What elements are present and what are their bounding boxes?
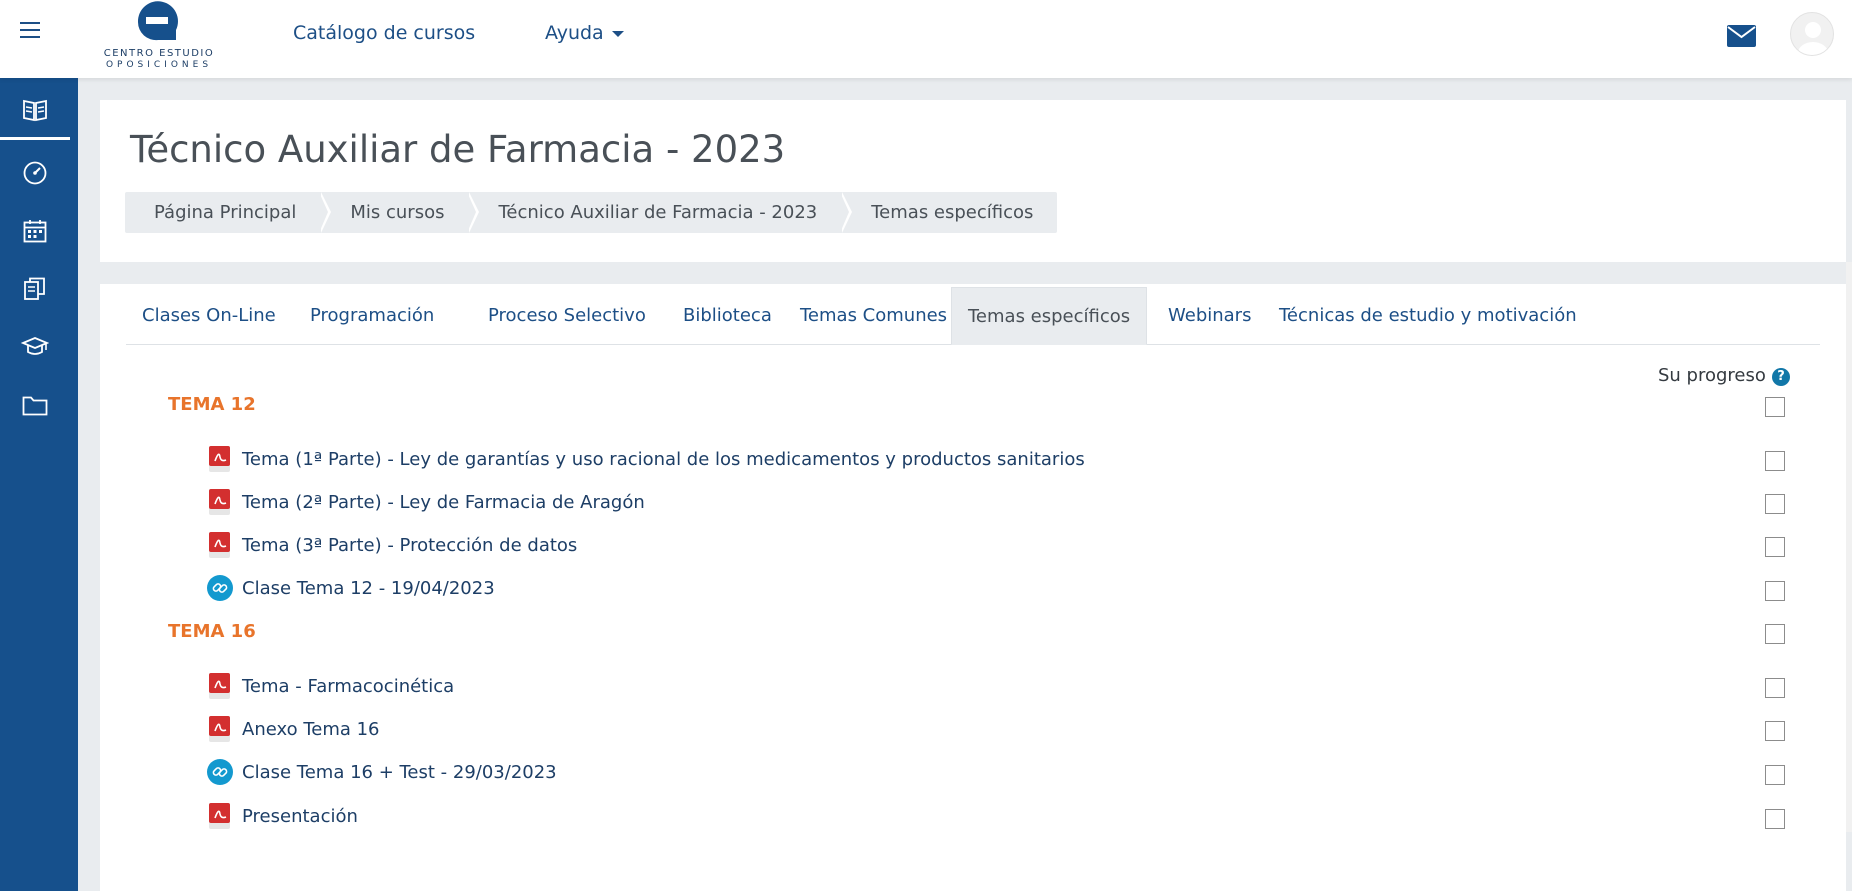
caret-down-icon xyxy=(611,30,624,37)
page-title: Técnico Auxiliar de Farmacia - 2023 xyxy=(130,128,786,171)
tab-temas-especificos[interactable]: Temas específicos xyxy=(951,287,1148,345)
activity-label: Clase Tema 12 - 19/04/2023 xyxy=(242,577,495,599)
activity-label: Tema (2ª Parte) - Ley de Farmacia de Ara… xyxy=(242,491,645,513)
breadcrumb: Página Principal Mis cursos Técnico Auxi… xyxy=(125,192,1058,233)
book-open-icon xyxy=(23,99,47,121)
rail-item-files[interactable] xyxy=(0,260,70,318)
envelope-icon[interactable] xyxy=(1727,25,1756,47)
activity-completion-checkbox[interactable] xyxy=(1765,451,1785,471)
user-avatar[interactable] xyxy=(1790,12,1834,56)
pdf-file-icon xyxy=(209,489,230,515)
pdf-file-icon xyxy=(209,673,230,699)
rail-item-courses[interactable] xyxy=(0,318,70,376)
activity-item[interactable]: Tema (3ª Parte) - Protección de datos xyxy=(206,529,577,561)
page-scrollbar[interactable] xyxy=(1846,262,1852,832)
activity-label: Tema - Farmacocinética xyxy=(242,675,455,697)
activity-label: Clase Tema 16 + Test - 29/03/2023 xyxy=(242,761,557,783)
tab-clases-online[interactable]: Clases On-Line xyxy=(126,287,292,345)
activity-completion-checkbox[interactable] xyxy=(1765,494,1785,514)
course-content: Clases On-Line Programación Proceso Sele… xyxy=(100,284,1846,891)
rail-item-calendar[interactable] xyxy=(0,202,70,260)
rail-item-dashboard[interactable] xyxy=(0,144,70,202)
activity-label: Tema (1ª Parte) - Ley de garantías y uso… xyxy=(242,448,1085,470)
progress-label: Su progreso xyxy=(1658,365,1766,386)
pdf-file-icon xyxy=(209,446,230,472)
logo-text-line2: OPOSICIONES xyxy=(105,60,213,70)
tab-proceso-selectivo[interactable]: Proceso Selectivo xyxy=(472,287,662,345)
activity-completion-checkbox[interactable] xyxy=(1765,765,1785,785)
breadcrumb-item-my-courses[interactable]: Mis cursos xyxy=(320,192,480,233)
rail-item-course[interactable] xyxy=(0,82,70,140)
nav-help-dropdown[interactable]: Ayuda xyxy=(545,22,624,44)
activity-item[interactable]: Anexo Tema 16 xyxy=(206,713,380,745)
folder-icon xyxy=(22,396,48,416)
breadcrumb-item-home[interactable]: Página Principal xyxy=(125,192,332,233)
activity-label: Anexo Tema 16 xyxy=(242,718,380,740)
pdf-file-icon xyxy=(209,532,230,558)
section-completion-checkbox[interactable] xyxy=(1765,624,1785,644)
left-navigation-rail xyxy=(0,78,78,891)
activity-completion-checkbox[interactable] xyxy=(1765,809,1785,829)
pdf-file-icon xyxy=(209,716,230,742)
activity-completion-checkbox[interactable] xyxy=(1765,581,1785,601)
graduation-cap-icon xyxy=(21,337,49,355)
nav-catalog-link[interactable]: Catálogo de cursos xyxy=(293,22,475,44)
dashboard-icon xyxy=(23,161,47,185)
activity-label: Tema (3ª Parte) - Protección de datos xyxy=(242,534,578,556)
page-header: Técnico Auxiliar de Farmacia - 2023 Pági… xyxy=(100,100,1846,262)
section-title[interactable]: TEMA 16 xyxy=(168,621,256,642)
pdf-file-icon xyxy=(209,803,230,829)
breadcrumb-item-course[interactable]: Técnico Auxiliar de Farmacia - 2023 xyxy=(468,192,853,233)
activity-item[interactable]: Tema - Farmacocinética xyxy=(206,670,454,702)
tab-programacion[interactable]: Programación xyxy=(294,287,450,345)
activity-item[interactable]: Clase Tema 16 + Test - 29/03/2023 xyxy=(206,756,557,788)
activity-item[interactable]: Clase Tema 12 - 19/04/2023 xyxy=(206,572,495,604)
tab-temas-comunes[interactable]: Temas Comunes xyxy=(784,287,963,345)
tab-webinars[interactable]: Webinars xyxy=(1152,287,1267,345)
breadcrumb-item-current[interactable]: Temas específicos xyxy=(841,192,1057,233)
section-title[interactable]: TEMA 12 xyxy=(168,394,256,415)
activity-item[interactable]: Tema (1ª Parte) - Ley de garantías y uso… xyxy=(206,443,1085,475)
activity-completion-checkbox[interactable] xyxy=(1765,721,1785,741)
nav-help-label: Ayuda xyxy=(545,22,604,44)
question-help-icon[interactable]: ? xyxy=(1772,368,1790,386)
hamburger-menu-icon[interactable] xyxy=(20,22,40,42)
activity-completion-checkbox[interactable] xyxy=(1765,678,1785,698)
course-tabs: Clases On-Line Programación Proceso Sele… xyxy=(126,287,1820,345)
logo-text-line1: CENTRO ESTUDIO xyxy=(103,48,215,59)
tab-tecnicas-estudio[interactable]: Técnicas de estudio y motivación xyxy=(1263,287,1593,345)
rail-item-private-files[interactable] xyxy=(0,376,70,434)
activity-item[interactable]: Tema (2ª Parte) - Ley de Farmacia de Ara… xyxy=(206,486,645,518)
link-url-icon xyxy=(207,575,233,601)
link-url-icon xyxy=(207,759,233,785)
activity-item[interactable]: Presentación xyxy=(206,800,358,832)
top-navbar: CENTRO ESTUDIO OPOSICIONES Catálogo de c… xyxy=(0,0,1852,78)
site-logo[interactable]: CENTRO ESTUDIO OPOSICIONES xyxy=(96,0,222,72)
logo-mark xyxy=(137,1,178,41)
files-icon xyxy=(24,277,45,300)
activity-label: Presentación xyxy=(242,805,358,827)
tab-biblioteca[interactable]: Biblioteca xyxy=(667,287,788,345)
calendar-icon xyxy=(23,220,47,243)
section-completion-checkbox[interactable] xyxy=(1765,397,1785,417)
activity-completion-checkbox[interactable] xyxy=(1765,537,1785,557)
user-silhouette-icon xyxy=(1798,22,1828,55)
